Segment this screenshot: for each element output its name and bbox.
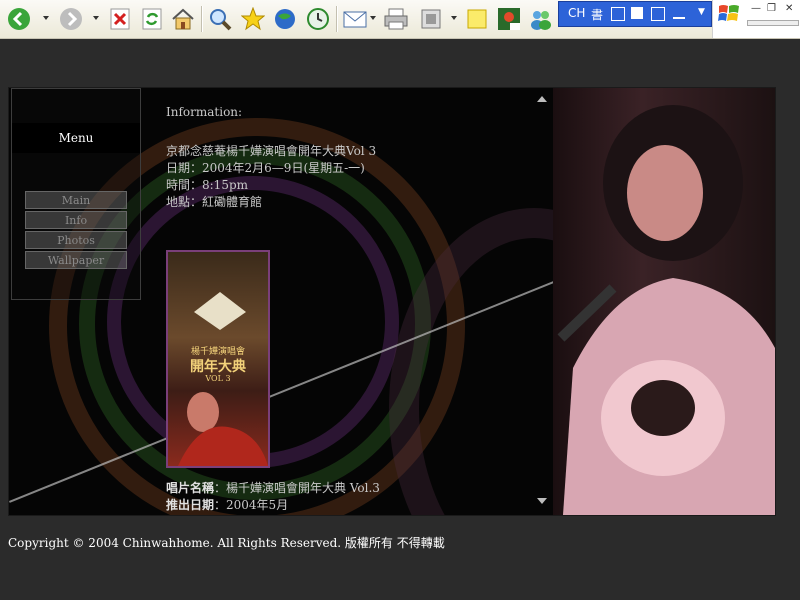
release-date-label: 推出日期 bbox=[166, 498, 215, 512]
restore-icon[interactable]: ❐ bbox=[767, 3, 776, 14]
scroll-down-arrow-icon[interactable] bbox=[537, 498, 547, 504]
menu-title: Menu bbox=[12, 123, 140, 153]
information-heading: Information: bbox=[166, 105, 243, 119]
ime-toolbar: CH 書 ▼ bbox=[558, 1, 712, 27]
copyright-footer: Copyright © 2004 Chinwahhome. All Rights… bbox=[8, 536, 445, 550]
favorites-icon[interactable] bbox=[240, 6, 266, 32]
window-controls: — ❐ ✕ bbox=[712, 0, 800, 38]
concert-date: 日期：2004年2月6—9日(星期五-一) bbox=[166, 161, 365, 175]
ime-language-button[interactable]: CH bbox=[568, 6, 585, 20]
refresh-icon[interactable] bbox=[139, 6, 165, 32]
menu-item-main[interactable]: Main bbox=[25, 191, 127, 209]
windows-logo-icon bbox=[718, 5, 739, 21]
information-panel: Information: 京都念慈菴楊千嬅演唱會開年大典Vol 3 日期：200… bbox=[166, 104, 416, 211]
forward-icon[interactable] bbox=[58, 6, 84, 32]
menu-item-info[interactable]: Info bbox=[25, 211, 127, 229]
ime-mode-button[interactable]: 書 bbox=[591, 6, 603, 23]
back-icon[interactable] bbox=[6, 6, 32, 32]
concert-venue: 地點：紅磡體育館 bbox=[166, 195, 263, 209]
home-icon[interactable] bbox=[170, 6, 196, 32]
menu-list: Main Info Photos Wallpaper bbox=[25, 191, 127, 271]
scroll-up-arrow-icon[interactable] bbox=[537, 96, 547, 102]
menu-item-photos[interactable]: Photos bbox=[25, 231, 127, 249]
notes-icon[interactable] bbox=[464, 6, 490, 32]
history-icon[interactable] bbox=[305, 6, 331, 32]
toolbar-separator bbox=[336, 6, 338, 32]
messenger-icon[interactable] bbox=[496, 6, 522, 32]
singer-photo bbox=[553, 88, 775, 515]
print-icon[interactable] bbox=[383, 6, 409, 32]
browser-toolbar: CH 書 ▼ — ❐ ✕ bbox=[0, 0, 800, 39]
minimize-icon[interactable]: — bbox=[751, 3, 761, 14]
cover-title-line2: 開年大典 bbox=[190, 359, 246, 375]
forward-dropdown-icon[interactable] bbox=[93, 16, 99, 20]
search-icon[interactable] bbox=[207, 6, 233, 32]
menu-panel: Menu Main Info Photos Wallpaper bbox=[11, 88, 141, 300]
album-name-label: 唱片名稱 bbox=[166, 481, 215, 495]
menu-item-wallpaper[interactable]: Wallpaper bbox=[25, 251, 127, 269]
ime-menu-icon[interactable]: ▼ bbox=[698, 7, 705, 17]
mail-dropdown-icon[interactable] bbox=[370, 16, 376, 20]
cover-title-line3: VOL 3 bbox=[205, 374, 231, 383]
concert-time: 時間：8:15pm bbox=[166, 178, 249, 192]
ime-fullwidth-icon[interactable] bbox=[611, 7, 625, 21]
close-icon[interactable]: ✕ bbox=[785, 3, 793, 14]
ime-punct-icon[interactable] bbox=[631, 7, 643, 19]
toolbar-separator bbox=[201, 6, 203, 32]
edit-icon[interactable] bbox=[418, 6, 444, 32]
release-date-value: ：2004年5月 bbox=[214, 498, 289, 512]
media-icon[interactable] bbox=[272, 6, 298, 32]
ime-keyboard-icon[interactable] bbox=[651, 7, 665, 21]
stop-icon[interactable] bbox=[107, 6, 133, 32]
album-details: 唱片名稱：楊千嬅演唱會開年大典 Vol.3 推出日期：2004年5月 bbox=[166, 480, 380, 514]
site-stage: Menu Main Info Photos Wallpaper Informat… bbox=[8, 87, 776, 516]
edit-dropdown-icon[interactable] bbox=[451, 16, 457, 20]
window-slider[interactable] bbox=[747, 20, 799, 26]
album-cover[interactable]: 楊千嬅演唱會 開年大典 VOL 3 bbox=[166, 250, 270, 468]
album-name-value: ：楊千嬅演唱會開年大典 Vol.3 bbox=[214, 481, 380, 495]
ime-pen-icon[interactable] bbox=[673, 5, 685, 19]
concert-title: 京都念慈菴楊千嬅演唱會開年大典Vol 3 bbox=[166, 144, 377, 158]
back-dropdown-icon[interactable] bbox=[43, 16, 49, 20]
contacts-icon[interactable] bbox=[528, 6, 554, 32]
mail-icon[interactable] bbox=[342, 6, 368, 32]
